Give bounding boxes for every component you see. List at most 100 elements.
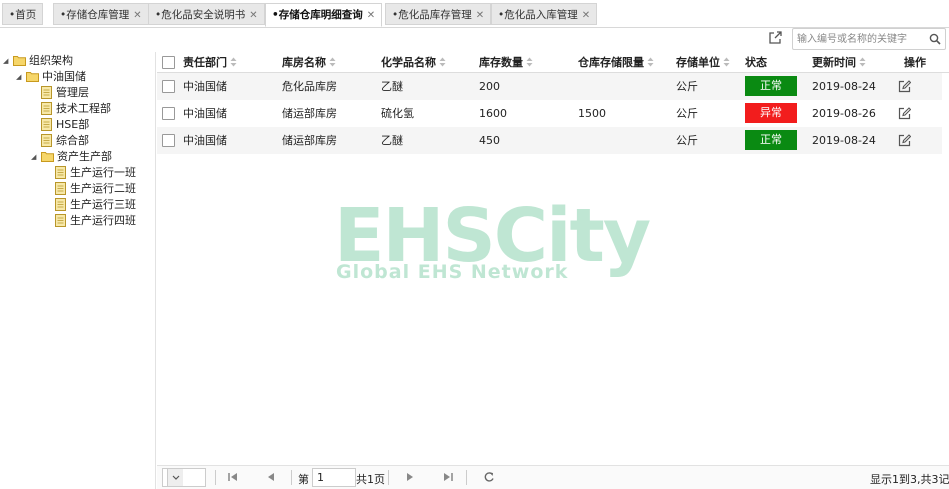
cell-unit: 公斤: [676, 134, 698, 147]
cell-chemical: 乙醚: [381, 134, 403, 147]
sort-icon[interactable]: [439, 57, 446, 67]
cell-quantity: 450: [479, 134, 500, 147]
column-header-unit[interactable]: 存储单位: [676, 52, 730, 73]
column-label: 更新时间: [812, 56, 856, 69]
file-icon: [55, 214, 66, 227]
column-header-limit[interactable]: 仓库存储限量: [578, 52, 654, 73]
sort-icon[interactable]: [723, 57, 730, 67]
column-header-warehouse[interactable]: 库房名称: [282, 52, 336, 73]
first-page-icon[interactable]: [227, 471, 239, 483]
close-icon[interactable]: ✕: [249, 10, 257, 21]
sort-icon[interactable]: [329, 57, 336, 67]
pagination-info: 显示1到3,共3记录: [870, 473, 949, 486]
tab-label: •危化品安全说明书: [155, 9, 246, 21]
file-icon: [41, 134, 52, 147]
column-header-chemical[interactable]: 化学品名称: [381, 52, 446, 73]
tab-inventory[interactable]: •危化品库存管理 ✕: [385, 3, 492, 25]
tab-storage-warehouse[interactable]: •存储仓库管理 ✕: [53, 3, 149, 25]
edit-icon[interactable]: [898, 134, 911, 147]
column-header-quantity[interactable]: 库存数量: [479, 52, 533, 73]
table-row[interactable]: 中油国储 储运部库房 乙醚 450 公斤 正常 2019-08-24: [157, 127, 942, 154]
divider: [466, 470, 467, 485]
status-badge: 异常: [745, 103, 797, 123]
column-header-dept[interactable]: 责任部门: [183, 52, 237, 73]
column-header-updated[interactable]: 更新时间: [812, 52, 866, 73]
column-header-status: 状态: [745, 52, 767, 73]
table-row[interactable]: 中油国储 储运部库房 硫化氢 1600 1500 公斤 异常 2019-08-2…: [157, 100, 942, 127]
next-page-icon[interactable]: [404, 471, 416, 483]
status-badge: 正常: [745, 130, 797, 150]
file-icon: [55, 182, 66, 195]
divider: [291, 470, 292, 485]
prev-page-icon[interactable]: [265, 471, 277, 483]
search-icon[interactable]: [929, 33, 941, 45]
collapse-arrow-icon[interactable]: ◢: [31, 149, 39, 165]
pagination-bar: 50 第 1 共1页 显示1到3,共3记录: [157, 465, 949, 489]
page-number-value: 1: [317, 471, 324, 484]
cell-unit: 公斤: [676, 80, 698, 93]
file-icon: [55, 198, 66, 211]
tree-node-label: 生产运行一班: [70, 166, 136, 179]
tree-node-label: 综合部: [56, 134, 89, 147]
close-icon[interactable]: ✕: [476, 10, 484, 21]
edit-icon[interactable]: [898, 107, 911, 120]
select-all-checkbox[interactable]: [162, 56, 175, 69]
page-size-select[interactable]: 50: [162, 468, 206, 487]
row-checkbox[interactable]: [162, 107, 175, 120]
column-label: 仓库存储限量: [578, 56, 644, 69]
cell-quantity: 1600: [479, 107, 507, 120]
cell-unit: 公斤: [676, 107, 698, 120]
close-icon[interactable]: ✕: [367, 10, 375, 21]
cell-limit: 1500: [578, 107, 606, 120]
tab-label: •危化品入库管理: [498, 9, 578, 21]
refresh-icon[interactable]: [483, 471, 495, 483]
tree-node-label: 技术工程部: [56, 102, 111, 115]
divider: [215, 470, 216, 485]
tab-label: •首页: [9, 9, 37, 21]
sort-icon[interactable]: [647, 57, 654, 67]
edit-icon[interactable]: [898, 80, 911, 93]
cell-dept: 中油国储: [183, 134, 227, 147]
page-number-input[interactable]: 1: [312, 468, 356, 487]
column-label: 库存数量: [479, 56, 523, 69]
tab-label: •危化品库存管理: [392, 9, 472, 21]
sort-icon[interactable]: [526, 57, 533, 67]
chevron-down-icon[interactable]: [167, 469, 183, 486]
column-label: 操作: [904, 56, 926, 69]
tab-label: •存储仓库管理: [60, 9, 130, 21]
close-icon[interactable]: ✕: [133, 10, 141, 21]
cell-chemical: 乙醚: [381, 80, 403, 93]
tab-home[interactable]: •首页: [2, 3, 44, 25]
tab-warehouse-detail[interactable]: •存储仓库明细查询 ✕: [265, 3, 383, 27]
cell-updated: 2019-08-26: [812, 107, 876, 120]
sort-icon[interactable]: [230, 57, 237, 67]
cell-dept: 中油国储: [183, 80, 227, 93]
total-pages-label: 共1页: [356, 473, 385, 486]
tab-msds[interactable]: •危化品安全说明书 ✕: [148, 3, 265, 25]
last-page-icon[interactable]: [442, 471, 454, 483]
tree-node-label: 生产运行四班: [70, 214, 136, 227]
folder-icon: [13, 56, 26, 66]
folder-icon: [26, 72, 39, 82]
close-icon[interactable]: ✕: [582, 10, 590, 21]
status-badge: 正常: [745, 76, 797, 96]
tree-node-label: 生产运行二班: [70, 182, 136, 195]
row-checkbox[interactable]: [162, 80, 175, 93]
file-icon: [41, 118, 52, 131]
cell-warehouse: 储运部库房: [282, 107, 337, 120]
folder-icon: [41, 152, 54, 162]
column-label: 存储单位: [676, 56, 720, 69]
org-tree: ◢ 组织架构 ◢ 中油国储 管理层 技术工程部 HSE部 综合部 ◢ 资产生产部…: [0, 52, 156, 489]
search-box: [792, 28, 946, 50]
table-row[interactable]: 中油国储 危化品库房 乙醚 200 公斤 正常 2019-08-24: [157, 73, 942, 100]
grid-header: 责任部门 库房名称 化学品名称 库存数量 仓库存储限量 存储单位 状态 更新时间…: [157, 52, 949, 73]
row-checkbox[interactable]: [162, 134, 175, 147]
search-input[interactable]: [797, 31, 925, 47]
cell-quantity: 200: [479, 80, 500, 93]
sort-icon[interactable]: [859, 57, 866, 67]
collapse-arrow-icon[interactable]: ◢: [16, 69, 24, 85]
tab-inbound[interactable]: •危化品入库管理 ✕: [491, 3, 598, 25]
file-icon: [41, 86, 52, 99]
export-icon[interactable]: [768, 31, 782, 45]
collapse-arrow-icon[interactable]: ◢: [3, 53, 11, 69]
